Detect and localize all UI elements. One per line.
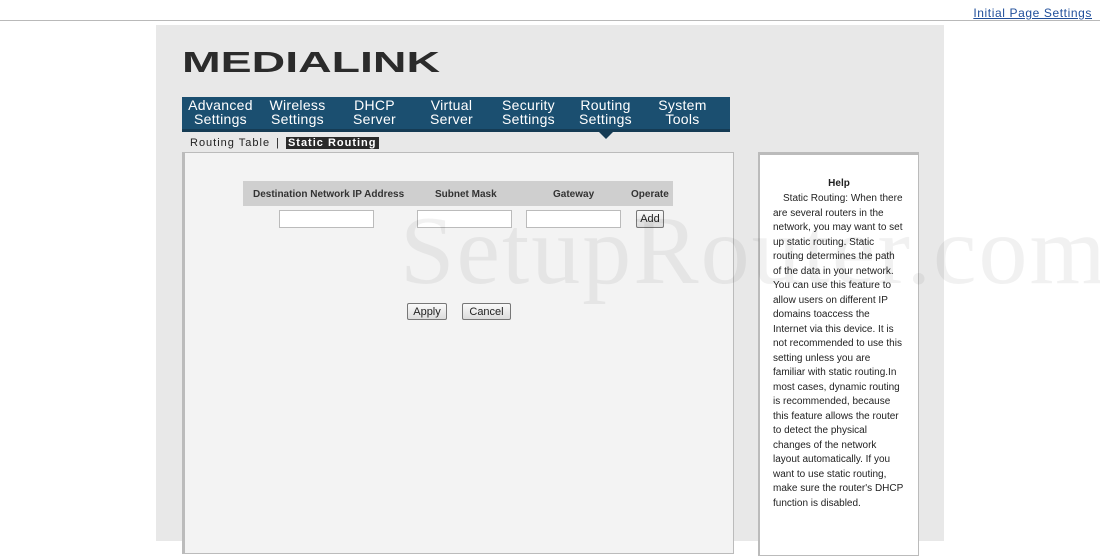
nav-wireless-settings[interactable]: Wireless Settings <box>259 97 336 129</box>
top-bar: Initial Page Settings <box>0 0 1100 21</box>
nav-routing-settings[interactable]: Routing Settings <box>567 97 644 139</box>
sub-nav: Routing Table | Static Routing <box>190 137 379 149</box>
header-operate: Operate <box>631 189 669 200</box>
nav-virtual-server[interactable]: Virtual Server <box>413 97 490 129</box>
initial-page-settings-link[interactable]: Initial Page Settings <box>973 6 1092 20</box>
logo-text: MEDIALINK <box>182 48 440 74</box>
main-nav: Advanced Settings Wireless Settings DHCP… <box>182 97 730 139</box>
nav-advanced-settings[interactable]: Advanced Settings <box>182 97 259 129</box>
subnav-routing-table[interactable]: Routing Table <box>190 137 270 149</box>
medialink-logo: MEDIALINK <box>182 48 440 74</box>
help-panel: Help Static Routing: When there are seve… <box>758 152 919 556</box>
gateway-input[interactable] <box>526 210 621 228</box>
cancel-button[interactable]: Cancel <box>462 303 511 320</box>
subnav-static-routing[interactable]: Static Routing <box>285 137 379 149</box>
help-title: Help <box>828 178 850 189</box>
static-route-table: Destination Network IP Address Subnet Ma… <box>243 181 673 236</box>
apply-button[interactable]: Apply <box>407 303 447 320</box>
table-input-row: Add <box>243 206 673 236</box>
destination-ip-input[interactable] <box>279 210 374 228</box>
table-header: Destination Network IP Address Subnet Ma… <box>243 181 673 206</box>
subnet-mask-input[interactable] <box>417 210 512 228</box>
nav-security-settings[interactable]: Security Settings <box>490 97 567 129</box>
header-gateway: Gateway <box>553 189 595 200</box>
content-panel: Destination Network IP Address Subnet Ma… <box>182 152 734 554</box>
help-text: Static Routing: When there are several r… <box>773 193 904 509</box>
header-subnet-mask: Subnet Mask <box>435 189 497 200</box>
router-page-frame: MEDIALINK Advanced Settings Wireless Set… <box>156 25 944 556</box>
add-route-button[interactable]: Add <box>636 210 664 228</box>
header-destination: Destination Network IP Address <box>253 189 405 200</box>
nav-dhcp-server[interactable]: DHCP Server <box>336 97 413 129</box>
nav-system-tools[interactable]: System Tools <box>644 97 721 129</box>
subnav-separator: | <box>276 137 280 149</box>
